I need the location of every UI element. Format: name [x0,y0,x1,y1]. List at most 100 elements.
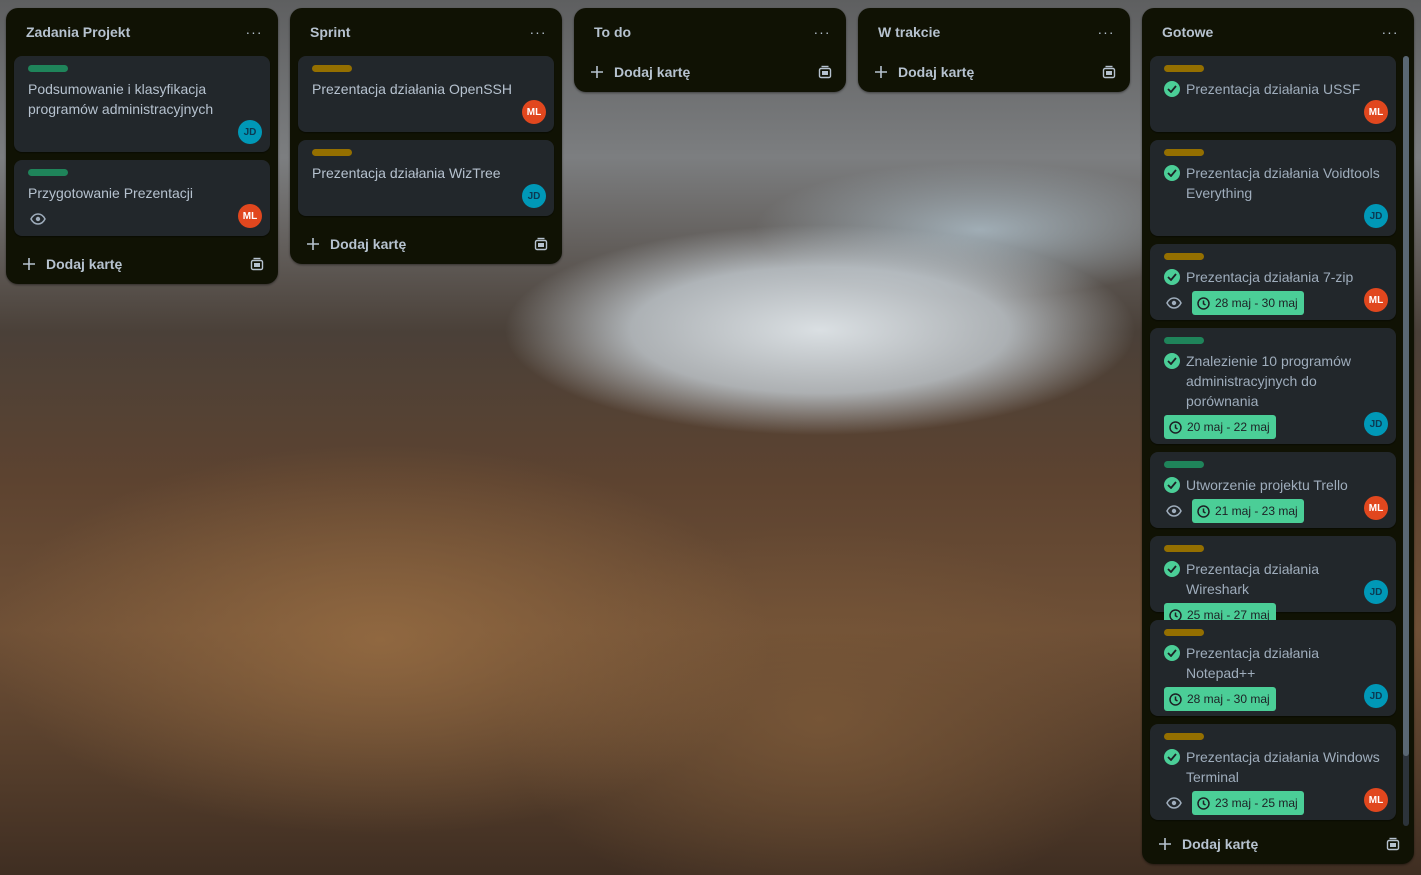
check-circle-icon [1164,561,1180,577]
card-template-icon[interactable] [1102,65,1116,79]
list-menu-button[interactable]: ··· [1094,25,1118,39]
card-label[interactable] [1164,65,1204,72]
avatar[interactable]: ML [1364,100,1388,124]
eye-icon [1166,297,1182,309]
avatar[interactable]: ML [1364,288,1388,312]
check-circle-icon [1164,477,1180,493]
add-card-button[interactable]: Dodaj kartę [306,236,406,252]
list-title[interactable]: Zadania Projekt [26,24,130,40]
card-badges [28,207,258,231]
card[interactable]: Prezentacja działania Notepad++ 28 maj -… [1150,620,1396,716]
card-label[interactable] [28,65,68,72]
card-template-icon[interactable] [818,65,832,79]
card-label[interactable] [1164,629,1204,636]
avatar[interactable]: ML [1364,496,1388,520]
due-date-badge[interactable]: 23 maj - 25 maj [1192,791,1304,815]
clock-icon [1197,796,1210,810]
eye-icon [1166,797,1182,809]
check-circle-icon [1164,269,1180,285]
add-card-label: Dodaj kartę [330,236,407,252]
card-title-text: Prezentacja działania Notepad++ [1186,645,1320,681]
card[interactable]: Prezentacja działania Windows Terminal 2… [1150,724,1396,820]
card-template-icon[interactable] [534,237,548,251]
card[interactable]: Podsumowanie i klasyfikacja programów ad… [14,56,270,152]
list-scrollbar[interactable] [1403,56,1409,826]
card-title: Prezentacja działania 7-zip [1164,267,1384,287]
card[interactable]: Prezentacja działania OpenSSH ML [298,56,554,132]
due-date-badge[interactable]: 20 maj - 22 maj [1164,415,1276,439]
due-date-badge[interactable]: 21 maj - 23 maj [1192,499,1304,523]
card[interactable]: Prezentacja działania Voidtools Everythi… [1150,140,1396,236]
list-header: W trakcie ··· [858,8,1130,56]
card[interactable]: Prezentacja działania USSF ML [1150,56,1396,132]
list-to-do: To do ··· Dodaj kartę [574,8,846,92]
due-date-badge[interactable]: 28 maj - 30 maj [1164,687,1276,711]
due-date-text: 20 maj - 22 maj [1187,420,1270,434]
avatar[interactable]: JD [1364,580,1388,604]
list-header: Gotowe ··· [1142,8,1414,56]
card-label[interactable] [312,65,352,72]
avatar[interactable]: JD [1364,684,1388,708]
due-date-text: 28 maj - 30 maj [1187,692,1270,706]
list-gotowe: Gotowe ··· Prezentacja działania USSF ML… [1142,8,1414,864]
add-card-button[interactable]: Dodaj kartę [22,256,122,272]
card[interactable]: Znalezienie 10 programów administracyjny… [1150,328,1396,444]
card-label[interactable] [1164,461,1204,468]
card-title: Znalezienie 10 programów administracyjny… [1164,351,1380,411]
card-badges: 20 maj - 22 maj [1164,415,1384,439]
due-date-badge[interactable]: 28 maj - 30 maj [1192,291,1304,315]
card-template-icon[interactable] [1386,837,1400,851]
list-title[interactable]: W trakcie [878,24,940,40]
card-label[interactable] [312,149,352,156]
list-menu-button[interactable]: ··· [242,25,266,39]
card-title: Przygotowanie Prezentacji [28,185,193,201]
list-header: Zadania Projekt ··· [6,8,278,56]
add-card-row: Dodaj kartę [574,52,846,92]
list-menu-button[interactable]: ··· [526,25,550,39]
card-label[interactable] [1164,337,1204,344]
check-circle-icon [1164,353,1180,369]
plus-icon [23,258,35,270]
clock-icon [1169,420,1182,434]
card-title: Prezentacja działania Wireshark [1164,559,1384,599]
list-menu-button[interactable]: ··· [1378,25,1402,39]
add-card-button[interactable]: Dodaj kartę [590,64,690,80]
card-label[interactable] [1164,253,1204,260]
card-label[interactable] [1164,733,1204,740]
card[interactable]: Prezentacja działania WizTree JD [298,140,554,216]
card-label[interactable] [28,169,68,176]
card-label[interactable] [1164,545,1204,552]
card-list: Prezentacja działania OpenSSH ML Prezent… [290,56,562,216]
list-title[interactable]: Gotowe [1162,24,1213,40]
list-menu-button[interactable]: ··· [810,25,834,39]
avatar[interactable]: JD [522,184,546,208]
scrollbar-thumb[interactable] [1403,56,1409,756]
add-card-button[interactable]: Dodaj kartę [1158,836,1258,852]
avatar[interactable]: JD [1364,204,1388,228]
due-date-text: 23 maj - 25 maj [1215,796,1298,810]
card-title: Utworzenie projektu Trello [1164,475,1384,495]
card-title-text: Prezentacja działania 7-zip [1186,269,1354,285]
due-date-text: 28 maj - 30 maj [1215,296,1298,310]
card[interactable]: Utworzenie projektu Trello 21 maj - 23 m… [1150,452,1396,528]
card-title-text: Prezentacja działania USSF [1186,81,1361,97]
avatar[interactable]: JD [1364,412,1388,436]
clock-icon [1197,296,1210,310]
avatar[interactable]: ML [1364,788,1388,812]
add-card-label: Dodaj kartę [46,256,123,272]
list-title[interactable]: Sprint [310,24,350,40]
card[interactable]: Przygotowanie Prezentacji ML [14,160,270,236]
add-card-button[interactable]: Dodaj kartę [874,64,974,80]
avatar[interactable]: JD [238,120,262,144]
check-circle-icon [1164,165,1180,181]
avatar[interactable]: ML [238,204,262,228]
list-title[interactable]: To do [594,24,631,40]
avatar[interactable]: ML [522,100,546,124]
card[interactable]: Prezentacja działania 7-zip 28 maj - 30 … [1150,244,1396,320]
card-list: Prezentacja działania USSF ML Prezentacj… [1142,56,1414,820]
card-label[interactable] [1164,149,1204,156]
card-template-icon[interactable] [250,257,264,271]
card[interactable]: Prezentacja działania Wireshark 25 maj -… [1150,536,1396,627]
add-card-label: Dodaj kartę [1182,836,1259,852]
clock-icon [1169,692,1182,706]
